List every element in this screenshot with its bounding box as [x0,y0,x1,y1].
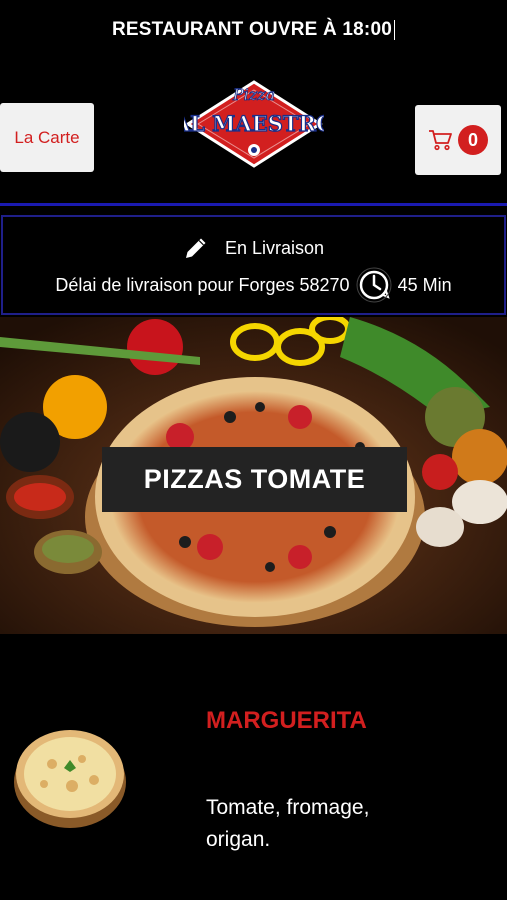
pencil-icon[interactable] [183,235,209,261]
menu-button-label: La Carte [14,127,80,147]
product-name: MARGUERITA [206,707,367,734]
clock-icon [356,267,392,303]
product-description: Tomate, fromage, origan. [206,796,370,851]
opening-notice-bar: RESTAURANT OUVRE À 18:00 [0,0,507,60]
cart-icon [429,130,452,151]
delivery-info-panel[interactable]: En Livraison Délai de livraison pour For… [1,215,506,315]
text-cursor [394,20,395,40]
category-title: PIZZAS TOMATE [102,447,407,512]
delivery-delay-label: Délai de livraison pour Forges 58270 [55,274,350,295]
header-divider [0,203,507,206]
logo-script-text: Pizza [232,85,275,104]
cart-button[interactable]: 0 [415,105,501,175]
brand-logo[interactable]: Pizza AL MAESTRO [184,78,324,170]
opening-notice-text: RESTAURANT OUVRE À 18:00 [112,19,392,40]
header: La Carte Pizza AL MAESTRO 0 [0,60,507,204]
delivery-delay-value: 45 Min [397,274,452,295]
product-item[interactable]: MARGUERITA Tomate, fromage, origan. [0,680,507,880]
delivery-mode-label: En Livraison [224,237,325,258]
category-banner[interactable]: PIZZAS TOMATE [0,317,507,634]
menu-button[interactable]: La Carte [0,103,94,172]
cart-count-badge: 0 [458,125,488,155]
product-thumbnail [14,730,126,828]
logo-brand-text: AL MAESTRO [184,111,324,136]
